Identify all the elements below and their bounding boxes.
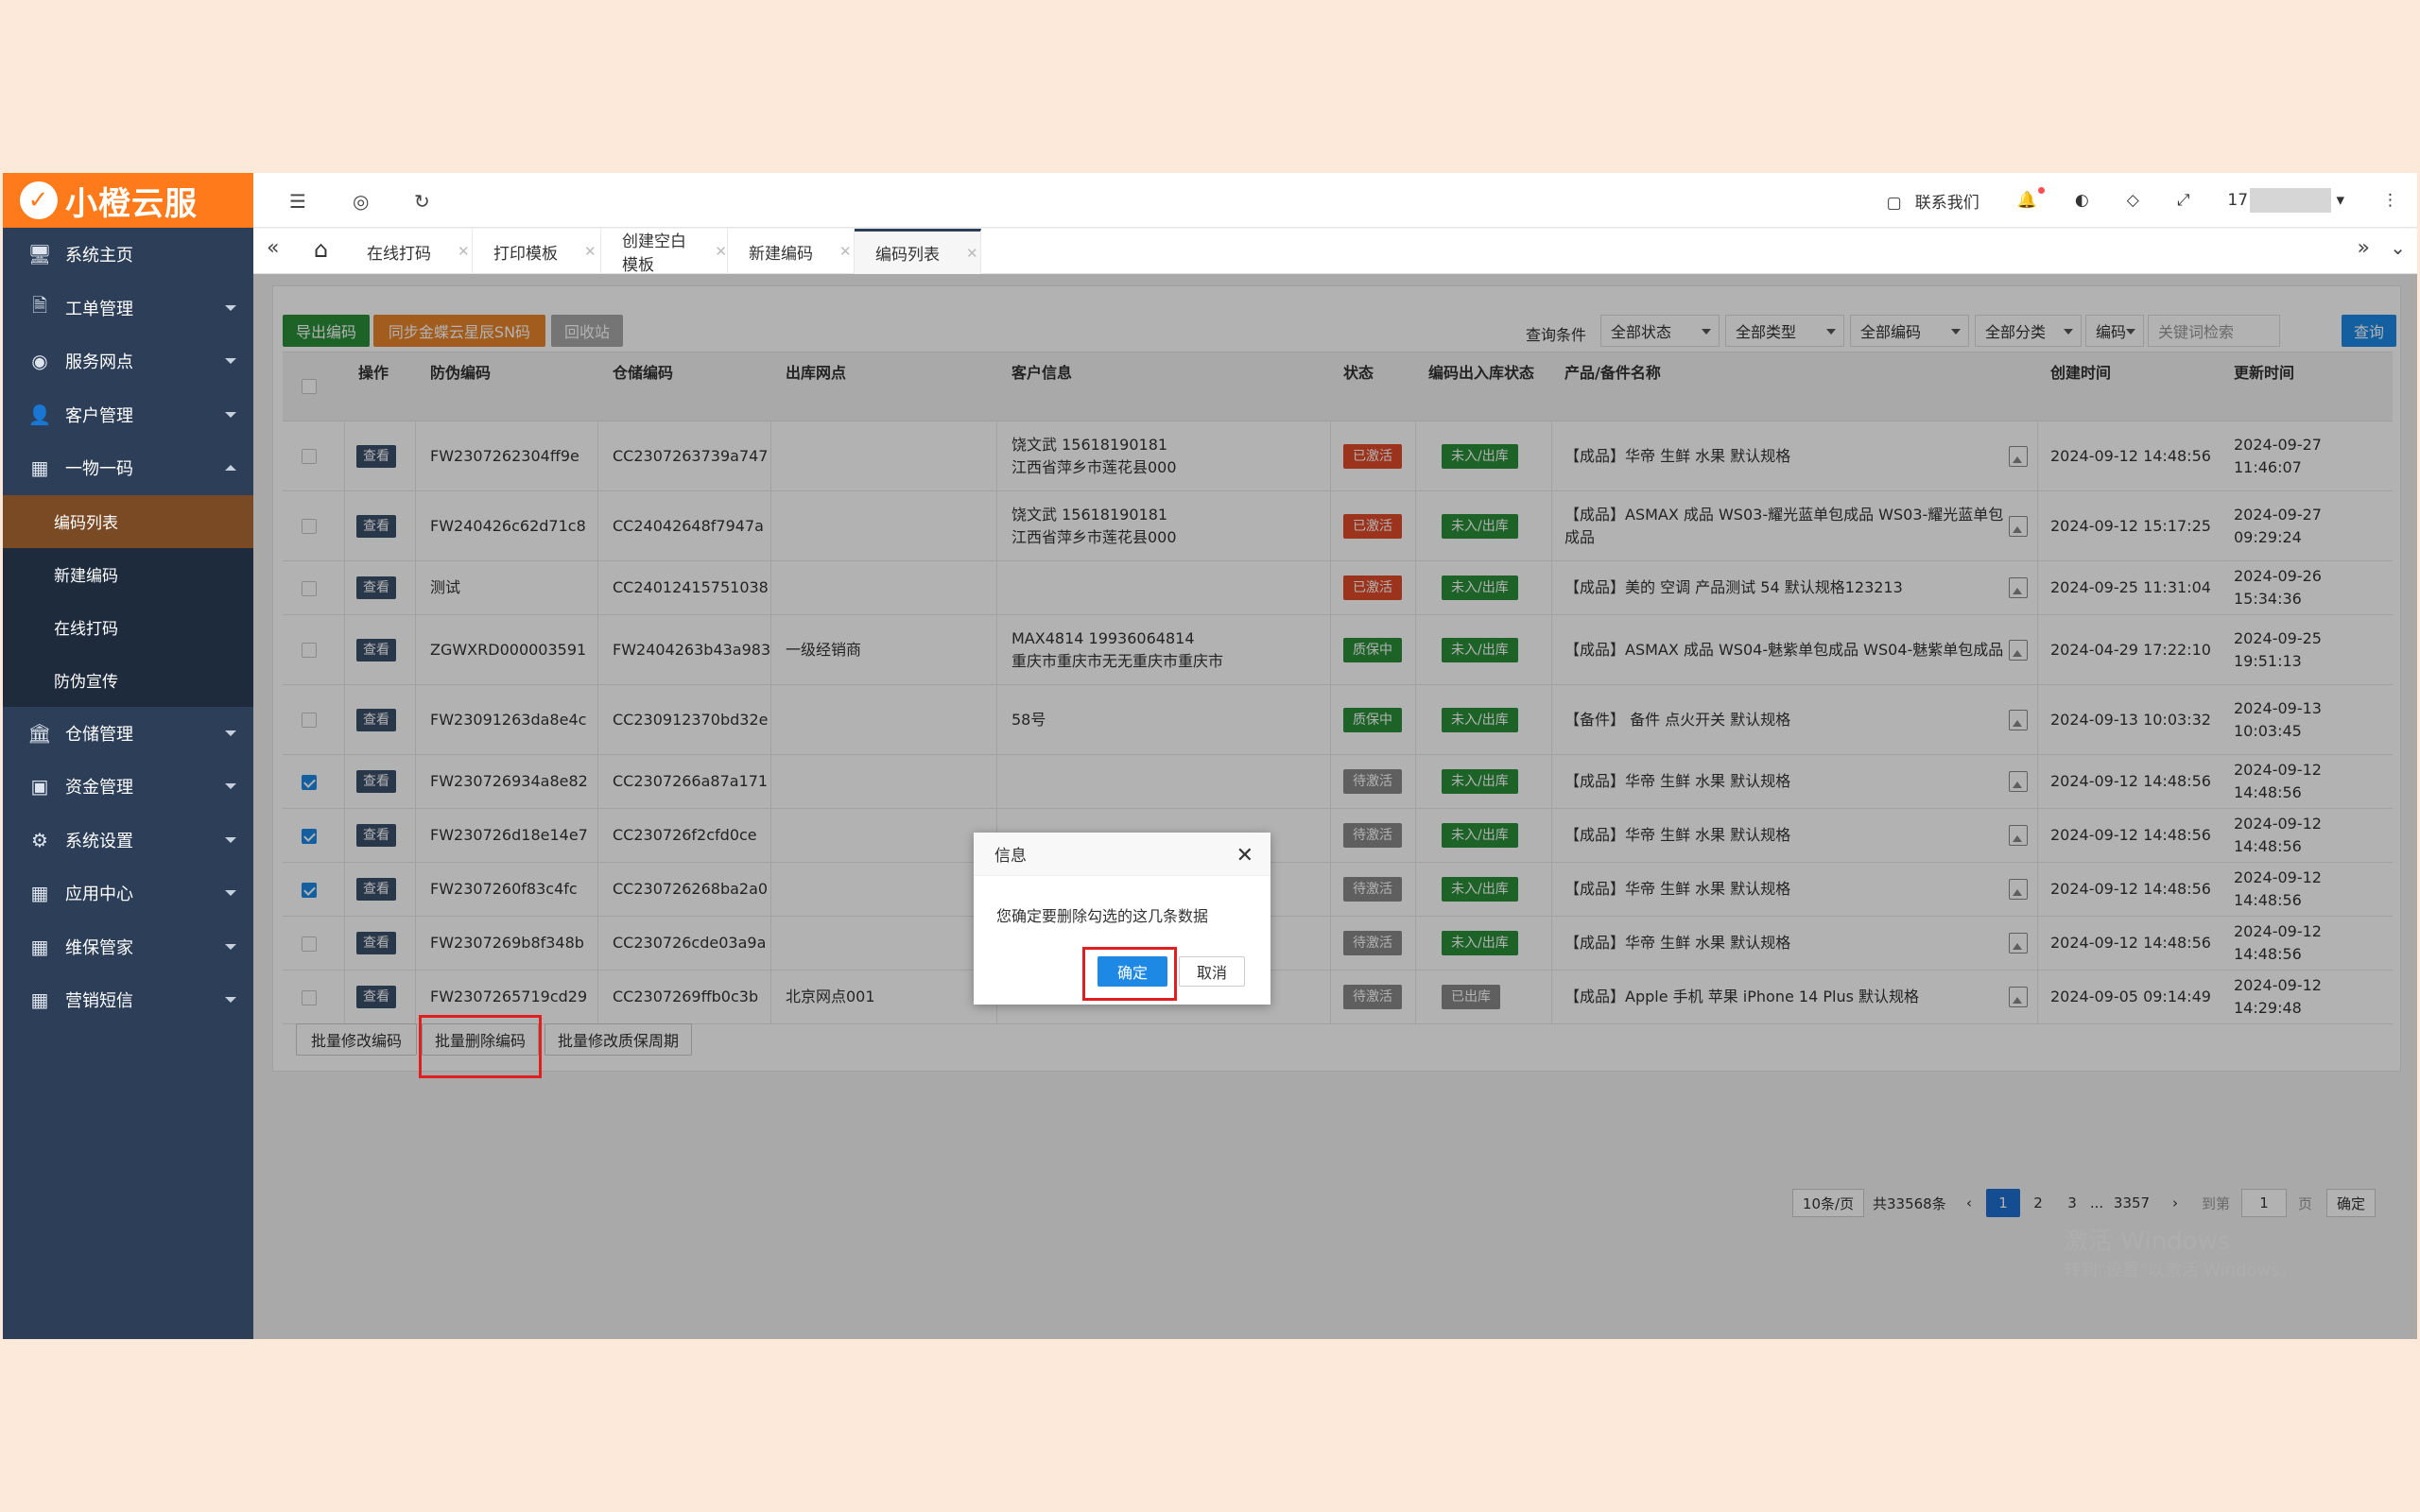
sidebar-item-4[interactable]: ▦ 一物一码	[3, 441, 253, 495]
modal-overlay	[253, 274, 2417, 1339]
close-icon[interactable]: ✕	[839, 243, 852, 260]
sidebar-item-1[interactable]: ▣ 资金管理	[3, 760, 253, 814]
chevron-down-icon	[225, 943, 236, 950]
app-window: ✓ 小橙云服 🖥 系统主页 🗎 工单管理 ◉ 服务网点 👤 客户管理 ▦ 一物一码 编码列表 新建编…	[3, 173, 2417, 1339]
sidebar-item-label: 系统设置	[65, 831, 133, 851]
tab-2[interactable]: 创建空白模板 ✕	[601, 229, 728, 275]
chevron-down-icon	[225, 783, 236, 790]
sidebar-item-0[interactable]: 🏛 仓储管理	[3, 707, 253, 761]
sidebar-item-5[interactable]: ▦ 营销短信	[3, 973, 253, 1027]
logo: ✓ 小橙云服	[3, 173, 253, 228]
menu-toggle-icon[interactable]: ☰	[289, 190, 306, 213]
logo-text: 小橙云服	[65, 184, 198, 223]
tab-label: 创建空白模板	[622, 232, 686, 275]
close-icon[interactable]: ✕	[584, 243, 596, 260]
sidebar-item-label: 应用中心	[65, 885, 133, 905]
dialog-message: 您确定要删除勾选的这几条数据	[996, 907, 1209, 925]
chevron-down-icon	[225, 465, 236, 472]
sidebar-item-label: 资金管理	[65, 778, 133, 799]
sidebar-item-label: 营销短信	[65, 991, 133, 1012]
tabs-scroll-left-icon[interactable]: «	[267, 236, 279, 260]
monitor-icon: 🖥	[27, 243, 52, 266]
sidebar: ✓ 小橙云服 🖥 系统主页 🗎 工单管理 ◉ 服务网点 👤 客户管理 ▦ 一物一码 编码列表 新建编…	[3, 173, 253, 1339]
bell-icon[interactable]: 🔔	[2017, 187, 2045, 210]
sidebar-subitem-2[interactable]: 在线打码	[3, 601, 253, 654]
sidebar-item-label: 一物一码	[65, 459, 133, 480]
tab-3[interactable]: 新建编码 ✕	[728, 229, 855, 274]
tab-1[interactable]: 打印模板 ✕	[473, 229, 601, 274]
chevron-down-icon	[225, 411, 236, 418]
chat-icon: ▢	[1886, 193, 1902, 213]
refresh-icon[interactable]: ↻	[414, 190, 430, 213]
grid-icon: ▦	[30, 882, 49, 905]
grid-icon: ▦	[30, 935, 49, 958]
palette-icon[interactable]: ◐	[2075, 191, 2089, 210]
tab-0[interactable]: 在线打码 ✕	[346, 229, 473, 274]
chevron-down-icon	[225, 997, 236, 1004]
gear-icon: ⚙	[31, 828, 48, 851]
sidebar-item-label: 系统主页	[65, 246, 133, 266]
globe-icon[interactable]: ◎	[353, 190, 369, 213]
tab-label: 打印模板	[493, 244, 558, 264]
sidebar-subitem-0[interactable]: 编码列表	[3, 494, 253, 548]
document-icon: 🗎	[31, 293, 48, 317]
tabs-dropdown-icon[interactable]: ⌄	[2390, 236, 2406, 259]
sidebar-subitem-3[interactable]: 防伪宣传	[3, 654, 253, 707]
sidebar-item-2[interactable]: ◉ 服务网点	[3, 335, 253, 388]
sidebar-item-label: 维保管家	[65, 937, 133, 958]
close-icon[interactable]: ✕	[966, 245, 978, 262]
sidebar-item-label: 客户管理	[65, 405, 133, 426]
highlight-batch-delete	[419, 1015, 542, 1078]
top-header: ☰ ◎ ↻ ▢ 联系我们 🔔 ◐ ◇ ⤢ 17 ▾ ⋮	[253, 173, 2417, 228]
grid-icon: ▦	[30, 988, 49, 1012]
close-icon[interactable]: ✕	[458, 243, 470, 260]
orange-logo-icon: ✓	[20, 181, 58, 219]
confirm-dialog: 信息 ✕ 您确定要删除勾选的这几条数据 确定 取消	[974, 833, 1270, 1005]
fullscreen-icon[interactable]: ⤢	[2177, 191, 2190, 210]
tab-bar: « ⌂ 在线打码 ✕ 打印模板 ✕ 创建空白模板 ✕ 新建编码 ✕ 编码列表 ✕ » ⌄	[253, 229, 2417, 275]
close-icon[interactable]: ✕	[1236, 844, 1253, 868]
close-icon[interactable]: ✕	[715, 243, 727, 260]
tab-label: 编码列表	[875, 246, 940, 265]
sidebar-item-2[interactable]: ⚙ 系统设置	[3, 814, 253, 868]
chevron-down-icon	[225, 836, 236, 843]
dialog-cancel-button[interactable]: 取消	[1179, 956, 1245, 987]
user-name-mask	[2250, 188, 2332, 213]
tag-icon[interactable]: ◇	[2127, 191, 2139, 210]
notification-dot	[2037, 187, 2045, 194]
windows-watermark: 激活 Windows 转到"设置"以激活 Windows。	[2064, 1228, 2297, 1280]
more-vertical-icon[interactable]: ⋮	[2382, 191, 2398, 210]
chevron-down-icon	[225, 304, 236, 311]
highlight-ok-button	[1082, 947, 1177, 1001]
bank-icon: 🏛	[27, 721, 52, 745]
grid-icon: ▦	[30, 456, 49, 480]
tab-4[interactable]: 编码列表 ✕	[855, 229, 981, 274]
sidebar-item-label: 仓储管理	[65, 724, 133, 745]
sidebar-subitem-1[interactable]: 新建编码	[3, 548, 253, 601]
chevron-down-icon	[225, 890, 236, 897]
tab-label: 在线打码	[367, 244, 431, 264]
sidebar-item-label: 服务网点	[65, 352, 133, 373]
tab-label: 新建编码	[749, 244, 813, 264]
home-icon[interactable]: ⌂	[314, 236, 328, 263]
money-icon: ▣	[30, 775, 49, 799]
chevron-down-icon	[225, 358, 236, 365]
sidebar-item-4[interactable]: ▦ 维保管家	[3, 920, 253, 974]
sidebar-item-0[interactable]: 🖥 系统主页	[3, 228, 253, 282]
sidebar-item-3[interactable]: ▦ 应用中心	[3, 867, 253, 920]
globe-icon: ◉	[31, 350, 48, 373]
user-icon: 👤	[27, 403, 52, 426]
chevron-down-icon	[225, 730, 236, 736]
sidebar-item-1[interactable]: 🗎 工单管理	[3, 282, 253, 335]
contact-us-link[interactable]: ▢ 联系我们	[1887, 189, 1979, 213]
sidebar-item-label: 工单管理	[65, 299, 133, 319]
dialog-title: 信息	[974, 833, 1270, 876]
sidebar-item-3[interactable]: 👤 客户管理	[3, 388, 253, 442]
tabs-scroll-right-icon[interactable]: »	[2358, 236, 2370, 260]
user-menu[interactable]: 17 ▾	[2227, 188, 2344, 213]
